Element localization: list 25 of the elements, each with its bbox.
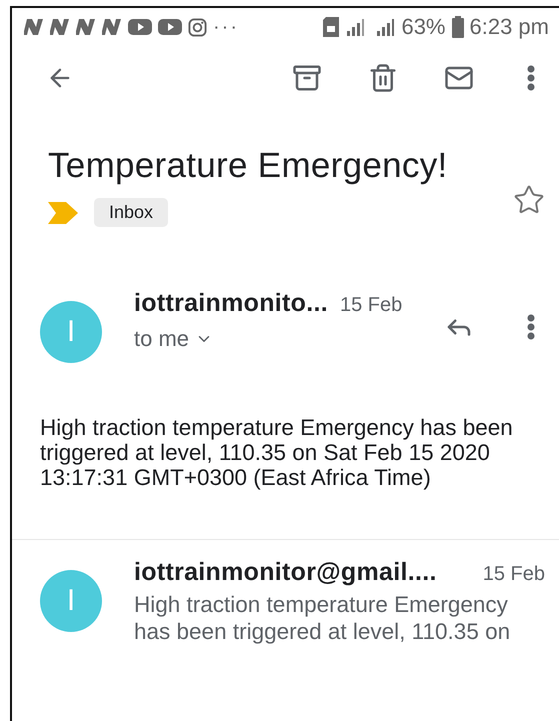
recipient-toggle[interactable]: to me [134,326,214,352]
more-notifications: ··· [213,16,239,38]
trash-icon [368,63,398,93]
label-chip: Inbox [94,198,168,227]
sender-name: iottrainmonito... [134,289,328,318]
battery-percentage: 63% [401,14,446,40]
archive-icon [292,63,322,93]
more-icon [527,314,535,340]
camera-icon [188,18,207,36]
clock: 6:23 pm [470,14,549,40]
more-icon [527,65,535,91]
importance-marker-icon [48,202,78,224]
message-body: High traction temperature Emergency has been triggered at level, 110.35 on Sat Feb 15 2020 13:17:31 GMT+0300 (East Africa Time) [39,414,514,492]
signal-icon [345,17,366,37]
battery-icon [452,16,464,38]
message-snippet: High traction temperature Emergency has been triggered at level, 110.35 on [134,591,512,645]
email-subject: Temperature Emergency! [48,146,449,186]
avatar: I [40,570,102,632]
sender-name: iottrainmonitor@gmail.... [134,558,437,587]
play-icon [128,19,152,35]
message-date: 15 Feb [482,563,545,586]
message-date: 15 Feb [340,294,402,317]
sim-card-icon [323,17,340,37]
play-icon [158,19,182,35]
avatar: I [40,301,102,363]
